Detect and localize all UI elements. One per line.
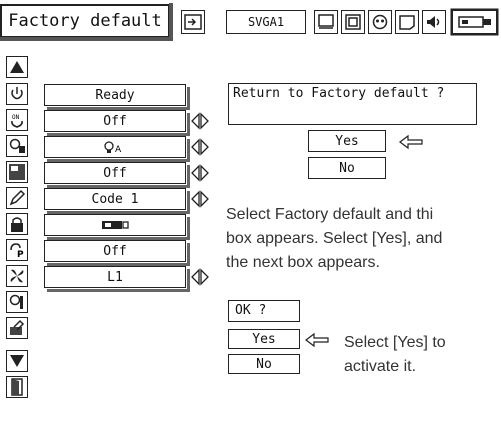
confirm-message: OK ? [235, 303, 267, 318]
remote-code-field[interactable]: Code 1 [44, 188, 190, 214]
confirm-no-button[interactable]: No [228, 354, 300, 374]
screen-mode-button[interactable] [314, 10, 338, 34]
fan-control-field[interactable]: L1 [44, 266, 190, 292]
remote-control-field[interactable]: Off [44, 162, 190, 188]
standby-mode-value: Ready [95, 87, 135, 103]
on-start-icon: ON [11, 114, 23, 128]
triangle-up-icon [10, 61, 24, 73]
lamp-counter-icon [9, 294, 23, 309]
menu-icon-power[interactable] [6, 83, 28, 105]
power-icon [11, 87, 23, 100]
image-menu-button[interactable] [368, 10, 392, 34]
left-right-arrows-icon[interactable] [190, 112, 210, 130]
left-right-arrows-icon[interactable] [190, 164, 210, 182]
keystone-button[interactable] [341, 10, 365, 34]
screen-mode-icon [318, 14, 334, 29]
remote-control-value: Off [103, 165, 127, 181]
no-label: No [256, 356, 272, 372]
menu-title: Factory default [0, 3, 173, 41]
instruction-line-3: the next box appears. [226, 254, 380, 271]
fan-icon [10, 269, 24, 283]
standby-mode-field[interactable]: Ready [44, 84, 190, 110]
pointer-arrow-icon [305, 332, 329, 348]
keystone-icon [345, 14, 361, 30]
factory-default-yes-button[interactable]: Yes [308, 130, 386, 152]
factory-default-icon [10, 319, 25, 335]
no-label: No [339, 160, 355, 176]
scroll-down-button[interactable] [6, 350, 28, 372]
key-lock-field[interactable] [44, 214, 190, 240]
pin-code-lock-value: Off [103, 243, 127, 259]
menu-icon-fan[interactable] [6, 265, 28, 287]
on-start-value: Off [103, 113, 127, 129]
svg-text:ON: ON [12, 114, 20, 121]
step2-line-1: Select [Yes] to [344, 334, 446, 351]
svg-text:A: A [115, 145, 122, 154]
projector-icon [102, 221, 129, 229]
signal-label: SVGA1 [247, 15, 285, 29]
confirm-yes-button[interactable]: Yes [228, 329, 300, 349]
lock-icon [11, 217, 23, 232]
factory-default-message: Return to Factory default ? [233, 86, 445, 101]
confirm-dialog: OK ? [228, 300, 300, 322]
menu-title-label: Factory default [8, 11, 162, 31]
triangle-down-icon [10, 355, 24, 367]
left-right-arrows-icon[interactable] [190, 138, 210, 156]
step2-line-2: activate it. [344, 358, 417, 375]
pen-code-icon [9, 189, 26, 206]
lamp-auto-icon: A [104, 141, 122, 154]
pin-lock-icon: P [10, 243, 24, 259]
scroll-up-button[interactable] [6, 56, 28, 78]
instruction-line-2: box appears. Select [Yes], and [226, 230, 443, 247]
menu-icon-lock[interactable] [6, 213, 28, 235]
svg-text:P: P [17, 250, 24, 259]
menu-icon-factory-default[interactable] [6, 317, 28, 339]
yes-label: Yes [252, 331, 276, 347]
sound-menu-button[interactable] [422, 10, 446, 34]
display-icon [399, 15, 415, 30]
remote-code-value: Code 1 [91, 191, 139, 207]
menu-icon-on-start[interactable]: ON [6, 109, 28, 131]
on-start-field[interactable]: Off [44, 110, 190, 136]
lamp-control-icon [9, 138, 25, 153]
setting-icon [457, 16, 491, 28]
sound-icon [427, 16, 440, 28]
menu-icon-pen-code[interactable] [6, 187, 28, 209]
factory-default-no-button[interactable]: No [308, 157, 386, 179]
menu-icon-pin-lock[interactable]: P [6, 239, 28, 261]
fan-control-value: L1 [107, 269, 123, 285]
image-icon [372, 14, 388, 30]
input-menu-button[interactable] [181, 10, 205, 34]
setting-menu-button[interactable] [452, 10, 497, 34]
remote-icon [9, 164, 25, 180]
menu-icon-remote[interactable] [6, 161, 28, 183]
signal-indicator: SVGA1 [226, 10, 306, 34]
pointer-arrow-icon [399, 134, 423, 150]
input-icon [184, 14, 202, 30]
pin-code-lock-field[interactable]: Off [44, 240, 190, 266]
display-menu-button[interactable] [395, 10, 419, 34]
left-right-arrows-icon[interactable] [190, 190, 210, 208]
exit-button[interactable] [6, 376, 28, 398]
left-right-arrows-icon[interactable] [190, 268, 210, 286]
exit-door-icon [11, 378, 23, 396]
menu-icon-lamp-counter[interactable] [6, 291, 28, 313]
menu-icon-lamp-control[interactable] [6, 135, 28, 157]
factory-default-dialog: Return to Factory default ? [228, 83, 477, 125]
lamp-control-field[interactable]: A [44, 136, 190, 162]
yes-label: Yes [335, 133, 359, 149]
instruction-line-1: Select Factory default and thi [226, 206, 434, 223]
